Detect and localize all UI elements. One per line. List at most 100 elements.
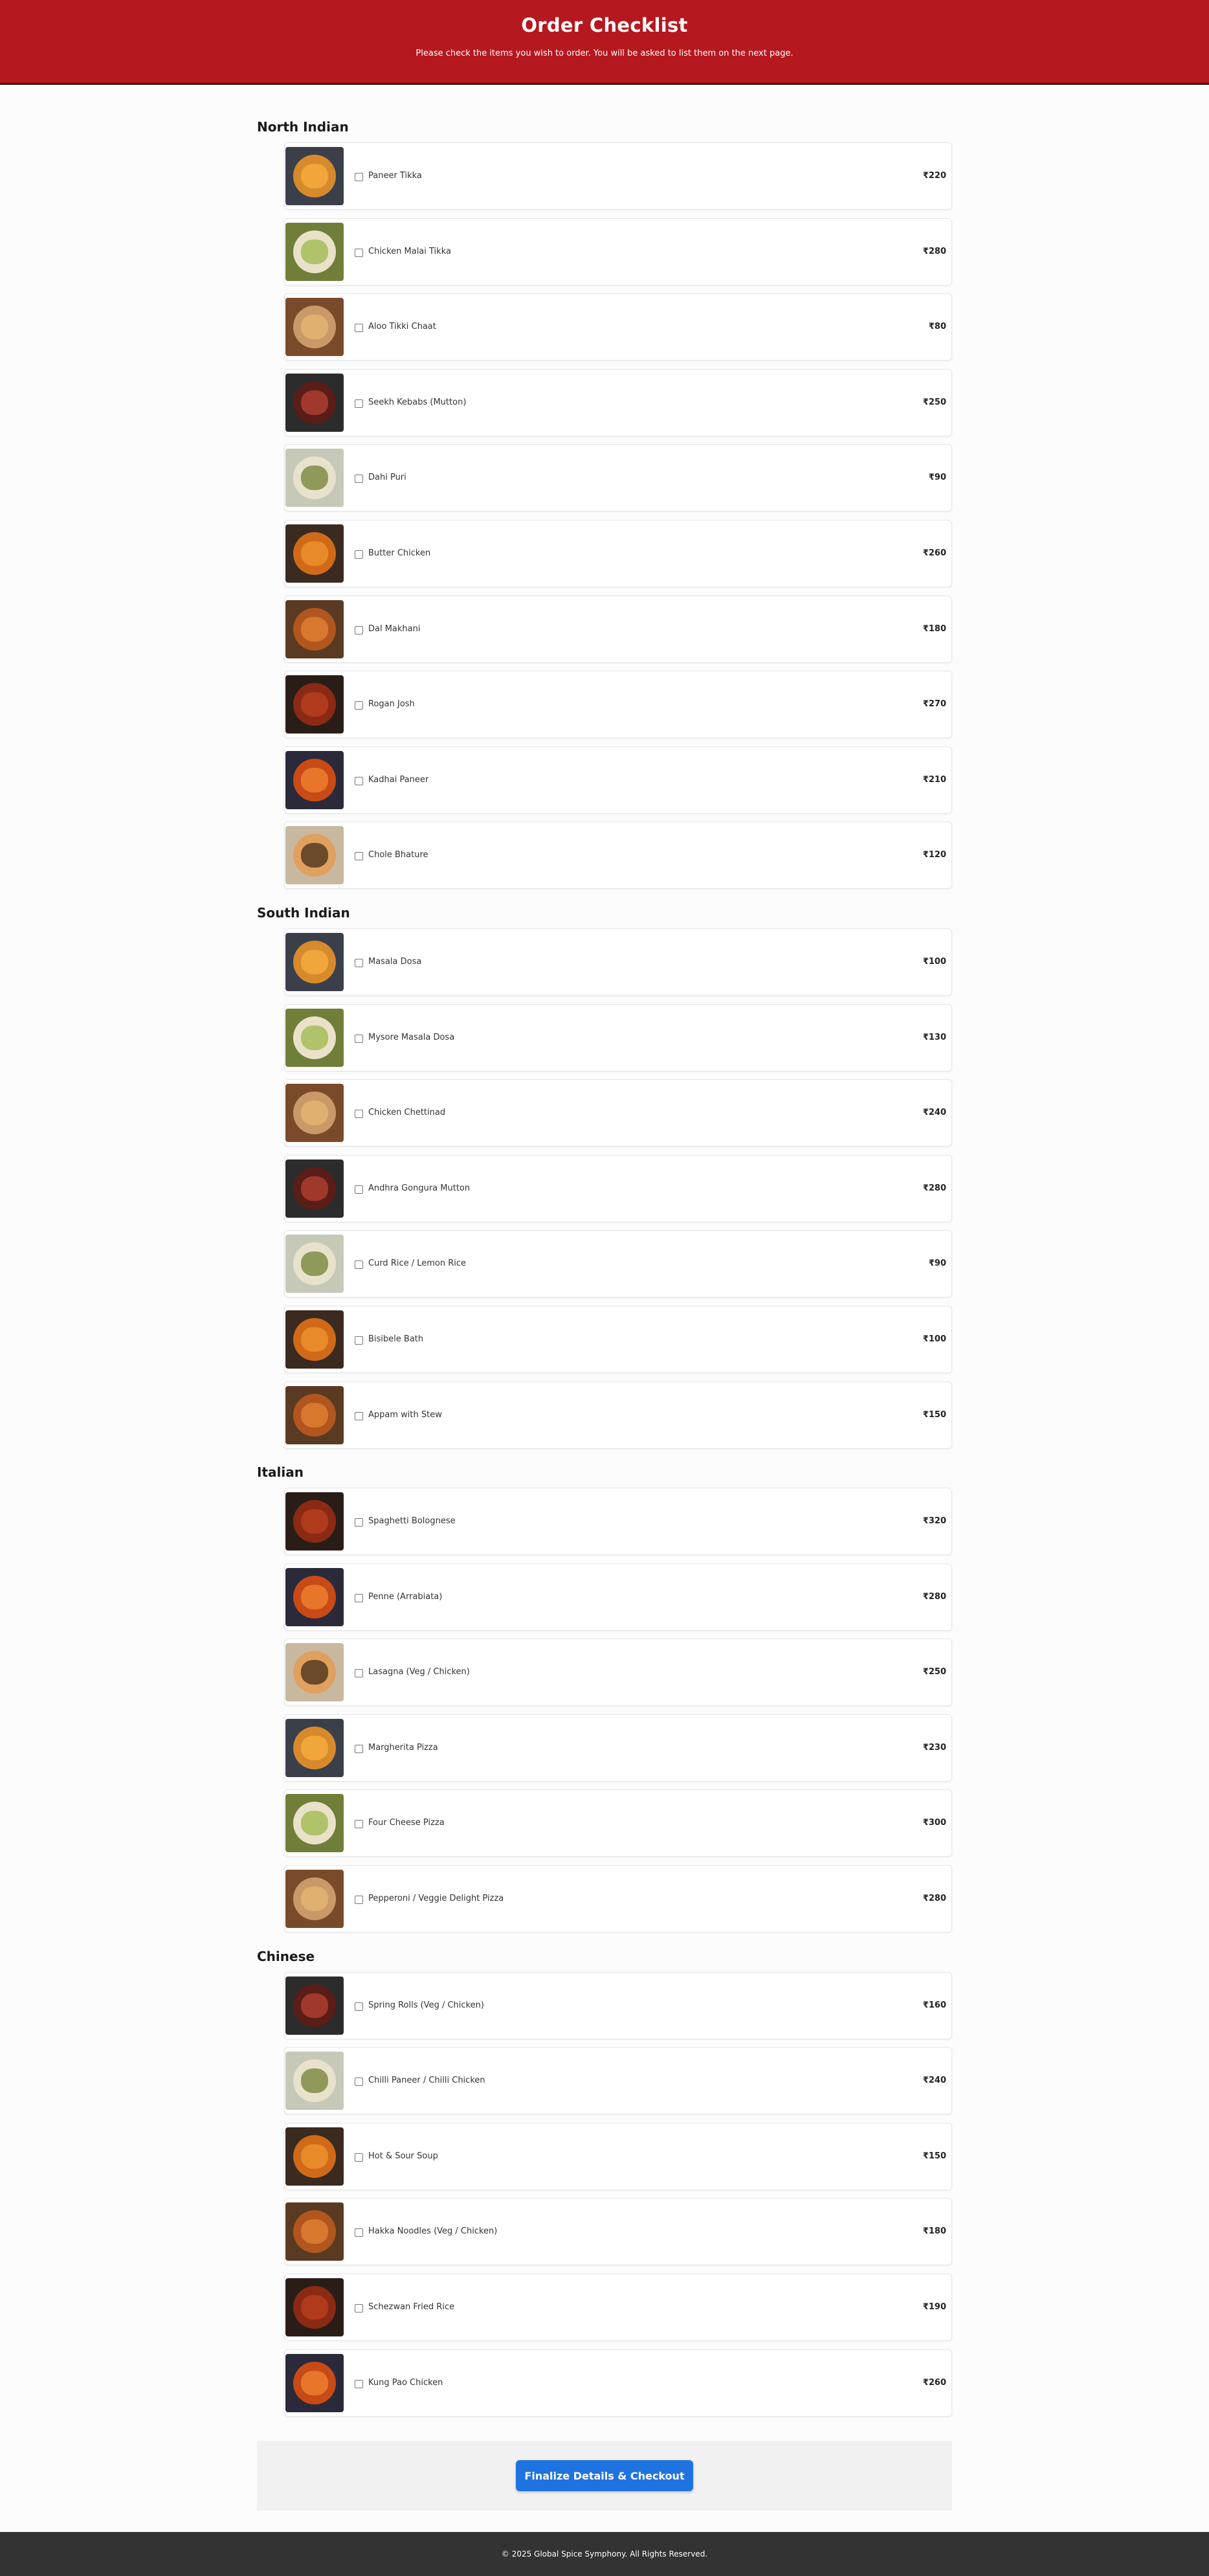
item-checkbox[interactable] — [355, 1185, 363, 1194]
menu-item-row[interactable]: Schezwan Fried Rice ₹190 — [284, 2274, 952, 2342]
menu-item-row[interactable]: Paneer Tikka ₹220 — [284, 142, 952, 210]
menu-item-row[interactable]: Kung Pao Chicken ₹260 — [284, 2349, 952, 2417]
food-shape — [301, 843, 328, 868]
item-price: ₹190 — [922, 2302, 946, 2313]
menu-item-row[interactable]: Lasagna (Veg / Chicken) ₹250 — [284, 1639, 952, 1707]
item-checkbox[interactable] — [355, 2002, 363, 2011]
menu-item-row[interactable]: Dahi Puri ₹90 — [284, 444, 952, 512]
food-shape — [301, 616, 328, 642]
menu-item-row[interactable]: Spring Rolls (Veg / Chicken) ₹160 — [284, 1971, 952, 2039]
menu-item-row[interactable]: Chole Bhature ₹120 — [284, 822, 952, 890]
item-name: Hot & Sour Soup — [368, 2151, 438, 2161]
food-photo — [285, 1310, 344, 1369]
menu-item-row[interactable]: Chilli Paneer / Chilli Chicken ₹240 — [284, 2047, 952, 2115]
item-name: Rogan Josh — [368, 699, 415, 710]
food-photo — [285, 1385, 344, 1444]
item-name: Appam with Stew — [368, 1409, 442, 1420]
item-price: ₹80 — [928, 322, 946, 332]
menu-item-row[interactable]: Chicken Malai Tikka ₹280 — [284, 218, 952, 286]
menu-item-row[interactable]: Hakka Noodles (Veg / Chicken) ₹180 — [284, 2198, 952, 2266]
item-price: ₹280 — [922, 1894, 946, 1904]
item-checkbox[interactable] — [355, 2379, 363, 2388]
item-price: ₹260 — [922, 548, 946, 558]
food-photo — [285, 750, 344, 809]
food-shape — [301, 1025, 328, 1050]
menu-item-row[interactable]: Butter Chicken ₹260 — [284, 519, 952, 587]
item-name: Aloo Tikki Chaat — [368, 322, 436, 332]
finalize-checkout-button[interactable]: Finalize Details & Checkout — [516, 2460, 693, 2491]
menu-item-row[interactable]: Appam with Stew ₹150 — [284, 1381, 952, 1449]
item-price: ₹230 — [922, 1742, 946, 1753]
item-checkbox[interactable] — [355, 958, 363, 967]
menu-item-row[interactable]: Pepperoni / Veggie Delight Pizza ₹280 — [284, 1865, 952, 1933]
menu-item-row[interactable]: Bisibele Bath ₹100 — [284, 1305, 952, 1373]
item-name: Seekh Kebabs (Mutton) — [368, 397, 467, 407]
item-checkbox[interactable] — [355, 399, 363, 408]
menu-item-row[interactable]: Masala Dosa ₹100 — [284, 928, 952, 996]
item-checkbox[interactable] — [355, 1110, 363, 1119]
food-shape — [301, 1251, 328, 1277]
item-price: ₹280 — [922, 1591, 946, 1602]
item-checkbox[interactable] — [355, 776, 363, 785]
food-shape — [301, 315, 328, 340]
item-checkbox[interactable] — [355, 625, 363, 634]
item-checkbox[interactable] — [355, 2228, 363, 2237]
menu-item-row[interactable]: Four Cheese Pizza ₹300 — [284, 1789, 952, 1857]
food-shape — [301, 1811, 328, 1836]
item-checkbox[interactable] — [355, 1034, 363, 1043]
page-header: Order Checklist Please check the items y… — [0, 0, 1209, 85]
item-name: Pepperoni / Veggie Delight Pizza — [368, 1894, 504, 1904]
food-photo — [285, 675, 344, 734]
food-shape — [301, 1735, 328, 1760]
menu-item-row[interactable]: Rogan Josh ₹270 — [284, 671, 952, 739]
food-shape — [301, 2370, 328, 2395]
item-checkbox[interactable] — [355, 324, 363, 333]
menu-item-row[interactable]: Margherita Pizza ₹230 — [284, 1714, 952, 1782]
item-checkbox[interactable] — [355, 1411, 363, 1420]
item-checkbox[interactable] — [355, 701, 363, 710]
item-name: Mysore Masala Dosa — [368, 1032, 455, 1042]
category-title: Italian — [257, 1464, 304, 1481]
item-name: Four Cheese Pizza — [368, 1818, 445, 1828]
item-checkbox[interactable] — [355, 1896, 363, 1905]
item-price: ₹160 — [922, 2000, 946, 2010]
menu-item-row[interactable]: Penne (Arrabiata) ₹280 — [284, 1563, 952, 1631]
menu-item-row[interactable]: Andhra Gongura Mutton ₹280 — [284, 1154, 952, 1222]
food-shape — [301, 2295, 328, 2320]
item-checkbox[interactable] — [355, 1669, 363, 1678]
menu-item-row[interactable]: Mysore Masala Dosa ₹130 — [284, 1003, 952, 1071]
food-photo — [285, 2278, 344, 2337]
item-checkbox[interactable] — [355, 1593, 363, 1602]
menu-item-row[interactable]: Curd Rice / Lemon Rice ₹90 — [284, 1230, 952, 1298]
item-price: ₹250 — [922, 1667, 946, 1677]
item-checkbox[interactable] — [355, 550, 363, 559]
item-checkbox[interactable] — [355, 2078, 363, 2087]
category-title: North Indian — [257, 119, 349, 135]
item-price: ₹210 — [922, 774, 946, 785]
food-shape — [301, 465, 328, 491]
menu-item-row[interactable]: Spaghetti Bolognese ₹320 — [284, 1488, 952, 1556]
item-checkbox[interactable] — [355, 1336, 363, 1345]
item-checkbox[interactable] — [355, 1518, 363, 1527]
menu-item-row[interactable]: Hot & Sour Soup ₹150 — [284, 2122, 952, 2190]
food-shape — [301, 1887, 328, 1912]
item-checkbox[interactable] — [355, 1820, 363, 1829]
item-checkbox[interactable] — [355, 2153, 363, 2162]
item-checkbox[interactable] — [355, 1260, 363, 1270]
food-shape — [301, 949, 328, 974]
item-checkbox[interactable] — [355, 2304, 363, 2313]
item-checkbox[interactable] — [355, 173, 363, 181]
food-photo — [285, 1159, 344, 1218]
food-shape — [301, 767, 328, 792]
menu-item-row[interactable]: Chicken Chettinad ₹240 — [284, 1079, 952, 1147]
menu-item-row[interactable]: Kadhai Paneer ₹210 — [284, 746, 952, 814]
menu-item-row[interactable]: Seekh Kebabs (Mutton) ₹250 — [284, 368, 952, 436]
item-checkbox[interactable] — [355, 852, 363, 861]
item-checkbox[interactable] — [355, 248, 363, 257]
menu-checklist: North Indian Paneer Tikka ₹220 Chicken Mala… — [257, 110, 952, 2425]
item-price: ₹90 — [928, 473, 946, 483]
item-checkbox[interactable] — [355, 1744, 363, 1753]
menu-item-row[interactable]: Aloo Tikki Chaat ₹80 — [284, 293, 952, 361]
item-checkbox[interactable] — [355, 475, 363, 484]
menu-item-row[interactable]: Dal Makhani ₹180 — [284, 595, 952, 663]
